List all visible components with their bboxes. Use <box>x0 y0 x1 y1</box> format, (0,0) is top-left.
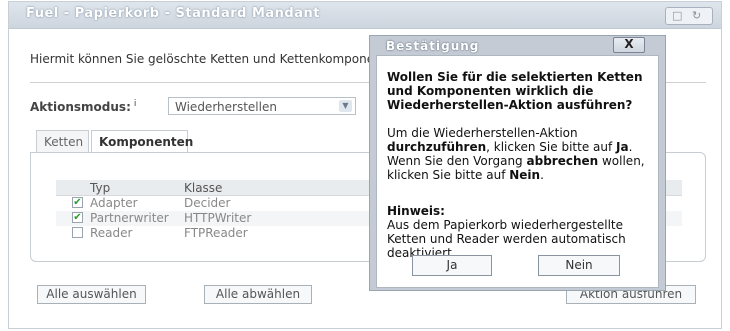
instruction-emphasis: Ja <box>616 140 629 154</box>
dialog-question: Wollen Sie für die selektierten Ketten u… <box>387 70 643 112</box>
instruction-text: , klicken Sie bitte auf <box>486 140 617 154</box>
info-icon[interactable]: i <box>134 99 137 109</box>
no-button[interactable]: Nein <box>538 255 620 276</box>
dialog-hint-text: Aus dem Papierkorb wiederhergestellte Ke… <box>387 218 626 260</box>
row-checkbox[interactable] <box>72 227 83 238</box>
window-refresh-icon[interactable]: ↻ <box>692 9 701 22</box>
dialog-body: Wollen Sie für die selektierten Ketten u… <box>376 55 659 288</box>
cell-klasse: Decider <box>184 196 231 210</box>
page-description: Hiermit können Sie gelöschte Ketten und … <box>30 52 387 66</box>
instruction-emphasis: durchzuführen <box>387 140 487 154</box>
window-title: Fuel - Papierkorb - Standard Mandant <box>26 6 320 21</box>
window-controls: □ ↻ <box>665 7 713 25</box>
column-header-typ[interactable]: Typ <box>90 181 110 195</box>
deselect-all-button[interactable]: Alle abwählen <box>204 285 312 304</box>
mode-select[interactable]: Wiederherstellen ▼ <box>168 97 356 115</box>
instruction-text: . <box>540 168 544 182</box>
instruction-emphasis: abbrechen <box>526 154 599 168</box>
cell-klasse: HTTPWriter <box>184 211 252 225</box>
select-all-button[interactable]: Alle auswählen <box>37 285 146 304</box>
close-icon[interactable]: X <box>613 37 645 53</box>
window-titlebar[interactable]: Fuel - Papierkorb - Standard Mandant □ ↻ <box>9 2 721 29</box>
tab-komponenten[interactable]: Komponenten <box>91 130 193 153</box>
chevron-down-icon[interactable]: ▼ <box>339 100 352 112</box>
mode-select-value: Wiederherstellen <box>175 100 277 114</box>
cell-typ: Partnerwriter <box>90 211 169 225</box>
cell-typ: Adapter <box>90 196 138 210</box>
dialog-title: Bestätigung <box>386 39 480 53</box>
column-header-klasse[interactable]: Klasse <box>184 181 222 195</box>
mode-label: Aktionsmodus: i <box>30 99 136 114</box>
cell-klasse: FTPReader <box>184 226 248 240</box>
cell-typ: Reader <box>90 226 133 240</box>
row-checkbox[interactable]: ✔ <box>72 197 83 208</box>
confirmation-dialog: Bestätigung X Wollen Sie für die selekti… <box>369 35 666 291</box>
mode-label-text: Aktionsmodus: <box>30 100 131 114</box>
row-checkbox[interactable]: ✔ <box>72 212 83 223</box>
dialog-hint-title: Hinweis: <box>387 204 445 218</box>
instruction-text: Um die Wiederherstellen-Aktion <box>387 126 578 140</box>
tab-ketten[interactable]: Ketten <box>36 130 89 152</box>
yes-button[interactable]: Ja <box>412 255 492 276</box>
dialog-instruction: Um die Wiederherstellen-Aktion durchzufü… <box>387 126 651 182</box>
window-minimize-icon[interactable]: □ <box>672 9 682 22</box>
instruction-emphasis: Nein <box>509 168 541 182</box>
